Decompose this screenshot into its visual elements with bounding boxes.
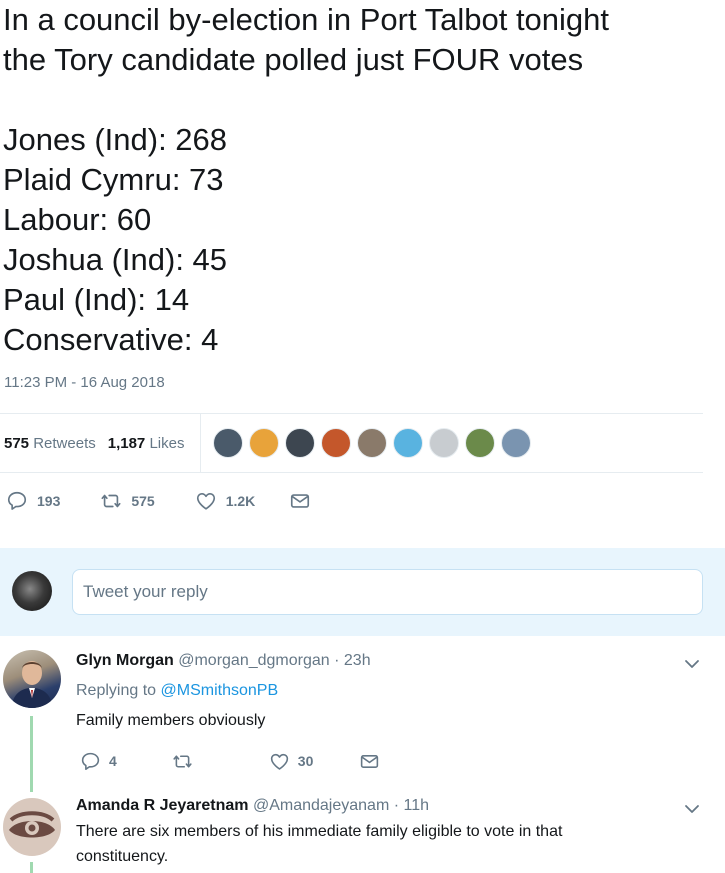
- tweet-intro-line1: In a council by-election in Port Talbot …: [3, 2, 610, 37]
- liker-avatar[interactable]: [393, 428, 424, 458]
- reply-actions: 4 30: [80, 750, 380, 772]
- liker-avatar[interactable]: [465, 428, 496, 458]
- reply-icon: [81, 752, 100, 770]
- reply-text: Family members obviously: [76, 712, 266, 729]
- reply-text: There are six members of his immediate f…: [76, 823, 563, 865]
- replying-to: Replying to @MSmithsonPB: [76, 682, 278, 700]
- heart-icon: [196, 493, 215, 510]
- liker-avatar[interactable]: [321, 428, 352, 458]
- direct-message-button[interactable]: [289, 490, 311, 512]
- envelope-icon: [291, 494, 310, 508]
- result-line: Paul (Ind): 14: [3, 282, 190, 317]
- liker-avatar[interactable]: [357, 428, 388, 458]
- reply-author-name[interactable]: Glyn Morgan: [76, 652, 174, 669]
- tweet-actions: 193 575 1.2K: [6, 487, 311, 515]
- likes-label: Likes: [149, 434, 185, 452]
- likes-stat[interactable]: 1,187 Likes: [108, 435, 185, 452]
- replying-prefix: Replying to: [76, 682, 157, 699]
- reply-header: Amanda R Jeyaretnam @Amandajeyanam · 11h: [76, 797, 429, 815]
- thread-connector: [30, 862, 33, 873]
- reply-time[interactable]: · 23h: [334, 652, 370, 669]
- direct-message-button[interactable]: [359, 751, 380, 772]
- reply-author-handle[interactable]: @Amandajeyanam: [253, 797, 389, 814]
- liker-avatar[interactable]: [501, 428, 532, 458]
- retweets-label: Retweets: [33, 434, 96, 452]
- replying-to-link[interactable]: @MSmithsonPB: [161, 682, 279, 699]
- reply-composer: [0, 548, 725, 636]
- person-photo: [11, 661, 53, 708]
- retweets-count: 575: [4, 434, 30, 452]
- retweet-count: 575: [131, 493, 155, 509]
- liker-avatars: [213, 428, 537, 458]
- like-count: 30: [297, 753, 314, 769]
- eye-logo-icon: [9, 811, 55, 838]
- tweet-text: In a council by-election in Port Talbot …: [3, 0, 718, 360]
- result-line: Plaid Cymru: 73: [3, 162, 224, 197]
- retweets-stat[interactable]: 575 Retweets: [4, 435, 96, 452]
- result-line: Jones (Ind): 268: [3, 122, 228, 157]
- reply-author-name[interactable]: Amanda R Jeyaretnam: [76, 797, 249, 814]
- retweet-icon: [173, 754, 192, 768]
- reply-header: Glyn Morgan @morgan_dgmorgan · 23h: [76, 652, 371, 670]
- chevron-down-icon[interactable]: [682, 654, 702, 674]
- result-line: Joshua (Ind): 45: [3, 242, 228, 277]
- avatar[interactable]: [3, 798, 61, 856]
- result-line: Conservative: 4: [3, 322, 219, 357]
- heart-icon: [270, 753, 288, 770]
- retweet-button[interactable]: 575: [100, 490, 155, 512]
- like-button[interactable]: 1.2K: [195, 490, 256, 512]
- reply-button[interactable]: 4: [80, 751, 117, 772]
- reply-button[interactable]: 193: [6, 490, 60, 512]
- reply-count: 4: [109, 753, 117, 769]
- like-count: 1.2K: [225, 493, 256, 509]
- thread-connector: [30, 716, 33, 792]
- avatar[interactable]: [12, 571, 52, 611]
- stats-separator: [200, 414, 202, 472]
- chevron-down-icon[interactable]: [682, 799, 702, 819]
- reply-icon: [7, 491, 27, 510]
- tweet-stats: 575 Retweets 1,187 Likes: [4, 414, 704, 472]
- liker-avatar[interactable]: [213, 428, 244, 458]
- retweet-button[interactable]: [172, 751, 193, 772]
- avatar[interactable]: [3, 650, 61, 708]
- liker-avatar[interactable]: [285, 428, 316, 458]
- liker-avatar[interactable]: [249, 428, 280, 458]
- liker-avatar[interactable]: [429, 428, 460, 458]
- retweet-icon: [101, 494, 121, 508]
- result-line: Labour: 60: [3, 202, 152, 237]
- reply-input[interactable]: [72, 569, 703, 615]
- reply-count: 193: [37, 493, 61, 509]
- reply-time[interactable]: · 11h: [394, 797, 429, 814]
- tweet-timestamp[interactable]: 11:23 PM - 16 Aug 2018: [4, 374, 165, 391]
- envelope-icon: [361, 754, 379, 768]
- like-button[interactable]: 30: [269, 751, 314, 772]
- divider: [0, 472, 703, 473]
- reply-author-handle[interactable]: @morgan_dgmorgan: [178, 652, 329, 669]
- likes-count: 1,187: [107, 434, 146, 452]
- tweet-intro-line2: the Tory candidate polled just FOUR vote…: [3, 42, 584, 77]
